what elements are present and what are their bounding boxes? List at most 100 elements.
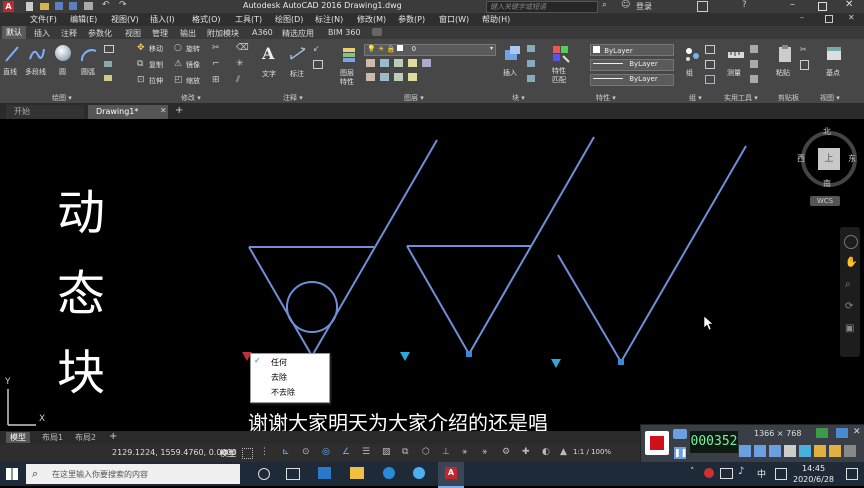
tab-view[interactable]: 视图	[125, 28, 141, 39]
search-field[interactable]: 键入关键字或短语	[486, 1, 598, 13]
ortho-icon[interactable]: ⊾	[282, 447, 290, 457]
volume-icon[interactable]	[739, 445, 751, 457]
task-view-icon[interactable]	[286, 468, 300, 480]
menu-format[interactable]: 格式(O)	[192, 14, 221, 25]
tab-featured-apps[interactable]: 精选应用	[282, 28, 314, 39]
measure-icon[interactable]	[726, 44, 746, 64]
menu-item-remove[interactable]: 去除	[271, 372, 287, 383]
ime-icon[interactable]	[775, 468, 787, 480]
grid-icon[interactable]	[242, 448, 253, 459]
transparency-icon[interactable]: ▧	[382, 447, 391, 457]
snap-icon[interactable]: ⋮	[260, 447, 269, 457]
record-button[interactable]	[645, 431, 669, 455]
tab-layout1[interactable]: 布局1	[38, 432, 67, 443]
menu-draw[interactable]: 绘图(D)	[275, 14, 303, 25]
hatch-icon[interactable]	[104, 61, 112, 67]
wcs-menu[interactable]: WCS	[810, 196, 840, 206]
group-select-icon[interactable]	[705, 75, 715, 84]
table-icon[interactable]	[313, 60, 323, 69]
edge-browser-icon[interactable]	[383, 467, 395, 479]
file-explorer-icon[interactable]	[350, 467, 364, 479]
photos-app-icon[interactable]	[318, 467, 331, 479]
ie-browser-icon[interactable]	[413, 467, 425, 479]
erase-icon[interactable]: ⌫	[236, 43, 249, 53]
annotation-scale-value[interactable]: 1:1 / 100%	[573, 448, 611, 456]
viewcube-top-face[interactable]: 上	[818, 148, 840, 170]
create-block-icon[interactable]	[527, 45, 535, 52]
line-tool-icon[interactable]	[4, 45, 20, 63]
layer-properties-label[interactable]: 图层特性	[340, 69, 360, 87]
doc-minimize-icon[interactable]: –	[800, 13, 804, 22]
copy-clip-icon[interactable]	[800, 60, 809, 70]
taskbar-date[interactable]: 2020/6/28	[793, 475, 834, 484]
compass-east[interactable]: 东	[848, 153, 856, 164]
pause-icon[interactable]: ❚❚	[674, 447, 687, 459]
draw-panel-title[interactable]: 绘图 ▾	[52, 93, 72, 103]
restore-icon[interactable]	[818, 2, 827, 11]
group-label[interactable]: 组	[686, 68, 693, 78]
save-icon[interactable]	[55, 2, 63, 10]
3d-osnap-icon[interactable]: ⬡	[422, 447, 430, 457]
annotation-scale-icon[interactable]: ▲	[560, 447, 567, 457]
color-dropdown[interactable]: ByLayer	[590, 44, 674, 56]
clipboard-panel-title[interactable]: 剪贴板	[778, 93, 799, 103]
insert-block-icon[interactable]	[502, 44, 522, 64]
group-edit-icon[interactable]	[705, 60, 715, 69]
help-icon[interactable]: ?	[742, 0, 747, 10]
layer-tool-icon[interactable]	[366, 73, 375, 81]
layer-tool-icon[interactable]	[394, 73, 403, 81]
offset-icon[interactable]: ⫽	[236, 75, 240, 85]
insert-block-label[interactable]: 插入	[503, 68, 517, 78]
otrack-icon[interactable]: ∠	[342, 447, 350, 457]
compass-south[interactable]: 南	[823, 178, 831, 189]
network-icon[interactable]	[720, 468, 733, 479]
explode-icon[interactable]: ✳	[236, 59, 244, 69]
tab-layout2[interactable]: 布局2	[71, 432, 100, 443]
arc-tool-icon[interactable]	[80, 45, 98, 63]
stretch-icon[interactable]: ⊡	[137, 75, 145, 85]
settings-icon[interactable]	[844, 445, 856, 457]
tray-chevron-icon[interactable]: ˄	[690, 467, 695, 477]
polar-icon[interactable]: ⊙	[302, 447, 310, 457]
compass-west[interactable]: 西	[797, 153, 805, 164]
menu-window[interactable]: 窗口(W)	[439, 14, 469, 25]
pen-icon[interactable]	[799, 445, 811, 457]
microphone-icon[interactable]	[754, 445, 766, 457]
layer-properties-icon[interactable]	[341, 45, 359, 63]
menu-dimension[interactable]: 标注(N)	[315, 14, 343, 25]
menu-item-not-remove[interactable]: 不去除	[271, 387, 295, 398]
nav-wheel-icon[interactable]	[844, 235, 858, 249]
scale-icon[interactable]: ◰	[174, 75, 183, 85]
group-icon[interactable]	[682, 44, 702, 64]
circle-tool-label[interactable]: 圆	[59, 67, 66, 77]
measure-label[interactable]: 测量	[727, 68, 741, 78]
tab-drawing1[interactable]: Drawing1*	[88, 105, 168, 119]
coordinates-readout[interactable]: 2129.1224, 1559.4760, 0.0000	[112, 448, 237, 457]
search-icon[interactable]: ⌕	[602, 0, 607, 10]
model-space-toggle[interactable]: 模型	[220, 448, 236, 459]
tab-manage[interactable]: 管理	[152, 28, 168, 39]
menu-view[interactable]: 视图(V)	[111, 14, 139, 25]
dynamic-ucs-icon[interactable]: ⊥	[442, 447, 450, 457]
text-overlay-icon[interactable]	[829, 445, 841, 457]
edit-attributes-icon[interactable]	[527, 75, 535, 82]
drawing-canvas[interactable]: 动 态 块 Y X 上 北 南 西 东 WCS ✋ ⌕ ⟳ ▣ ✓ 任何 去除 …	[0, 119, 864, 435]
rectangle-icon[interactable]	[104, 45, 114, 53]
layers-panel-title[interactable]: 图层 ▾	[404, 93, 424, 103]
fillet-icon[interactable]: ⌐	[212, 59, 220, 69]
autocad-taskbar-app[interactable]: A	[438, 462, 464, 488]
edit-block-icon[interactable]	[527, 60, 535, 67]
print-icon[interactable]	[84, 2, 93, 10]
text-tool-icon[interactable]: A	[262, 44, 274, 63]
calculator-icon[interactable]	[750, 45, 758, 53]
menu-tools[interactable]: 工具(T)	[235, 14, 262, 25]
match-properties-label[interactable]: 特性匹配	[552, 67, 572, 85]
menu-parametric[interactable]: 参数(P)	[398, 14, 425, 25]
menu-edit[interactable]: 编辑(E)	[70, 14, 97, 25]
menu-modify[interactable]: 修改(M)	[357, 14, 386, 25]
quick-select-icon[interactable]	[750, 60, 758, 68]
menu-insert[interactable]: 插入(I)	[150, 14, 175, 25]
tab-addins[interactable]: 附加模块	[207, 28, 239, 39]
tab-start[interactable]: 开始	[6, 105, 84, 119]
array-icon[interactable]: ⊞	[212, 75, 220, 85]
